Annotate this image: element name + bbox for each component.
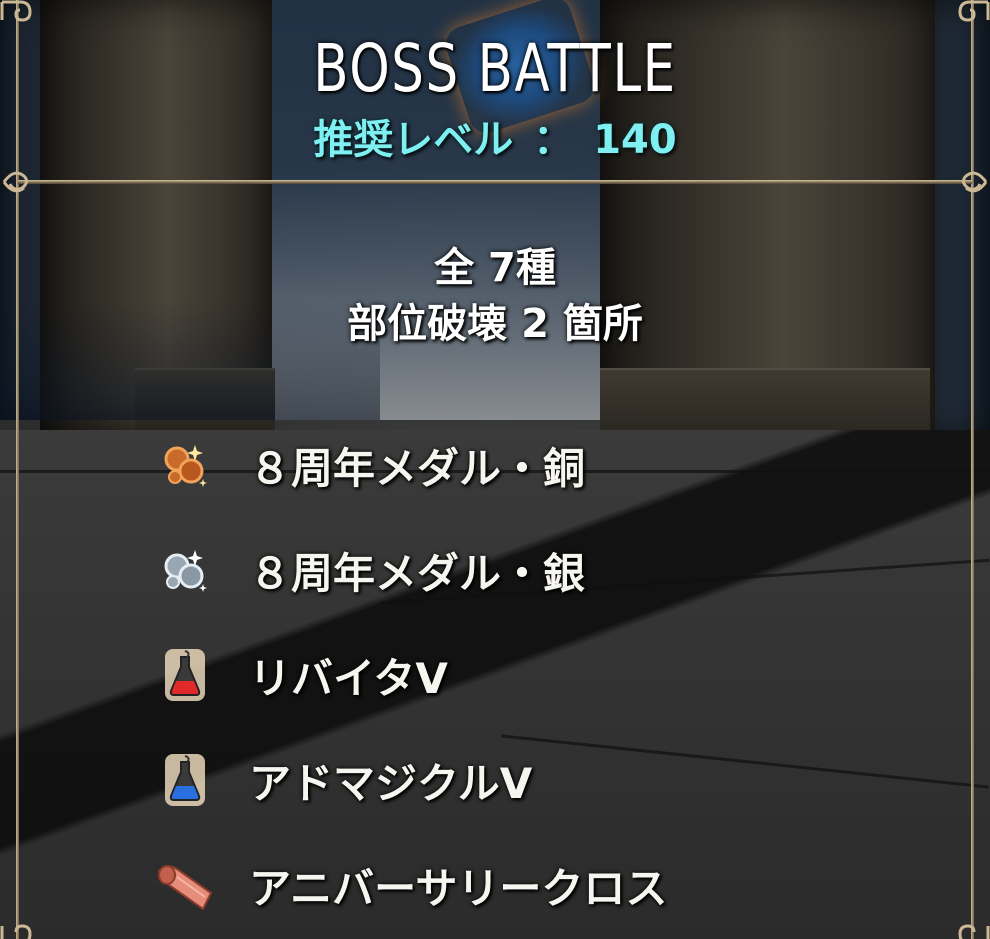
- blue-potion-icon: [155, 750, 215, 810]
- corner-ornament-icon: [958, 0, 990, 22]
- corner-ornament-icon: [0, 924, 32, 939]
- floor-crack: [501, 734, 989, 789]
- drop-item-label: リバイタV: [249, 653, 448, 703]
- recommended-level-separator: ：: [533, 117, 574, 163]
- cloth-icon: [155, 855, 215, 915]
- drop-item: アドマジクルV: [155, 745, 532, 815]
- red-potion-icon: [155, 645, 215, 705]
- drop-item: ８周年メダル・銅: [155, 430, 585, 500]
- drop-item-label: アニバーサリークロス: [249, 863, 668, 913]
- divider-ornament-icon: [2, 171, 29, 193]
- corner-ornament-icon: [0, 0, 32, 22]
- drop-item: リバイタV: [155, 640, 448, 710]
- corner-ornament-icon: [958, 924, 990, 939]
- recommended-level-value: 140: [593, 117, 677, 163]
- drop-total-count: 全 7種: [434, 245, 556, 291]
- drop-item-label: ８周年メダル・銀: [249, 548, 586, 598]
- silver-medal-icon: [155, 540, 215, 600]
- drop-item-label: アドマジクルV: [249, 758, 533, 808]
- boss-battle-title: BOSS BATTLE: [313, 30, 677, 107]
- recommended-level-label: 推奨レベル: [313, 117, 514, 163]
- header-divider: [18, 180, 972, 184]
- boss-battle-info-panel: BOSS BATTLE 推奨レベル ： 140 全 7種 部位破壊 2 箇所 ８…: [0, 0, 990, 939]
- bronze-medal-icon: [155, 435, 215, 495]
- recommended-level: 推奨レベル ： 140: [0, 107, 990, 165]
- drop-summary: 全 7種 部位破壊 2 箇所: [0, 240, 990, 352]
- background-pillar: [935, 0, 990, 440]
- divider-ornament-icon: [961, 171, 988, 193]
- drop-item-label: ８周年メダル・銅: [249, 443, 586, 493]
- part-break-count: 部位破壊 2 箇所: [347, 301, 643, 347]
- drop-item: アニバーサリークロス: [155, 850, 667, 920]
- drop-item: ８周年メダル・銀: [155, 535, 585, 605]
